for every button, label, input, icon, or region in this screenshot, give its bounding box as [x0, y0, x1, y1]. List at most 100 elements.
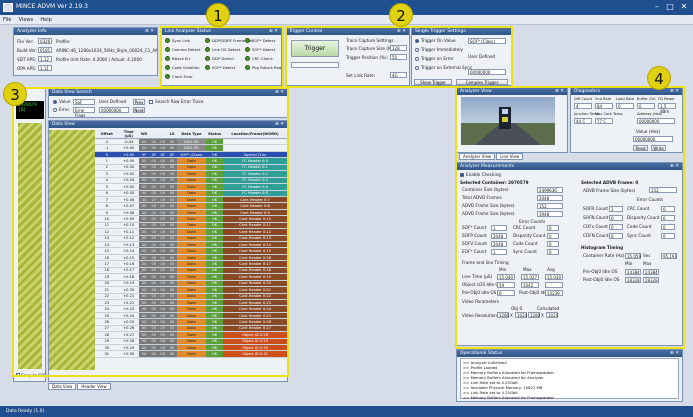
timing-value [545, 282, 563, 288]
info-value: 0181 [38, 47, 52, 53]
panel-header: Link Analyzer Status ⊕ ✕ [162, 28, 281, 35]
prev-button[interactable]: Prev [133, 99, 145, 105]
pin-icon[interactable]: ⊕ ✕ [670, 163, 679, 170]
value-radio[interactable] [53, 100, 57, 104]
capture-size-select[interactable]: 128 [390, 45, 407, 51]
search-raw-checkbox[interactable] [149, 100, 153, 104]
menu-views[interactable]: Views [19, 17, 33, 23]
diag-value: 0 [616, 103, 634, 109]
complex-trigger-settings-button[interactable]: Complex Trigger Settings [456, 79, 508, 85]
tab-line-view[interactable]: Line View [496, 153, 524, 160]
trigger-option-radio[interactable] [415, 66, 419, 70]
diag-header: FD Power [658, 97, 675, 101]
measurement-label: ADVD Frame Size (bytes) [462, 211, 515, 216]
status-led-label: Rtlock Err [172, 56, 191, 61]
table-row[interactable]: 31 +0.30 00 00 00 00 Data OK Object ID 0:31 [95, 350, 287, 358]
count-value: 1 [609, 206, 623, 212]
measurement-value: 1948 [537, 211, 563, 217]
enable-checking-checkbox[interactable] [460, 173, 464, 177]
pin-icon[interactable]: ⊕ ✕ [397, 28, 406, 35]
trigger-value-select[interactable]: SOF* (Class) [468, 38, 506, 44]
count-value: 0 [547, 249, 559, 255]
close-icon[interactable]: ✕ [678, 2, 690, 12]
info-value: 1.12 [38, 56, 52, 62]
column-header[interactable] [158, 130, 168, 139]
timing-value: 15.027 [521, 274, 539, 280]
column-header[interactable]: Status [205, 130, 224, 139]
error-select[interactable]: Error Flags [73, 107, 95, 117]
trigger-option-radio[interactable] [415, 39, 419, 43]
count-value: 2048 [491, 233, 507, 239]
timing-value: 15.030 [545, 274, 563, 280]
error-radio[interactable] [53, 108, 57, 112]
trigger-button[interactable]: Trigger [291, 40, 339, 57]
app-icon [3, 3, 13, 12]
analyzer-view-tabs: Analyzer View Line View [459, 153, 524, 160]
pin-icon[interactable]: ⊕ ✕ [670, 88, 679, 95]
trigger-option-radio[interactable] [415, 57, 419, 61]
count-label: CRC Count [627, 206, 650, 211]
pin-icon[interactable]: ⊕ ✕ [670, 350, 679, 357]
diag-header: Max Core Temp [595, 112, 623, 116]
info-description: ARINC-46_1280x1024_50Hz_Style_00024_C1_A… [56, 48, 157, 53]
status-led-icon [205, 65, 210, 70]
column-header[interactable]: Location/Frame(WORD) [223, 130, 287, 139]
column-header[interactable] [149, 130, 159, 139]
status-led-icon [245, 38, 250, 43]
timing-value: 15.040 [497, 274, 515, 280]
video-parameters-title: Video Parameters [462, 299, 500, 304]
video-value: 1280 [528, 312, 541, 318]
show-trigger-settings-button[interactable]: Show Trigger Settings [414, 79, 452, 85]
trigger-option-label: Trigger Immediately [421, 47, 463, 52]
value-hex-input[interactable]: 00000000 [633, 136, 673, 142]
column-header[interactable]: LS [167, 130, 177, 139]
pin-icon[interactable]: ⊕ ✕ [275, 89, 284, 96]
snap-to-sof-checkbox[interactable] [16, 373, 20, 377]
maximize-icon[interactable]: □ [664, 2, 676, 12]
trigger-position-input[interactable]: 50 [390, 54, 407, 60]
menu-file[interactable]: File [3, 17, 11, 23]
histogram-value: 28328 [625, 277, 641, 283]
pin-icon[interactable]: ⊕ ✕ [269, 28, 278, 35]
tab-header-view[interactable]: Header View [77, 383, 111, 390]
value-label: Value [59, 99, 71, 104]
column-header[interactable]: Offset [95, 130, 119, 139]
pin-icon[interactable]: ⊕ ✕ [275, 121, 284, 128]
pin-icon[interactable]: ⊕ ✕ [555, 88, 564, 95]
trigger-value-input[interactable]: 00000000 [468, 69, 506, 75]
info-description: Profile: [56, 39, 71, 44]
link-status-panel: Link Analyzer Status ⊕ ✕ Sync Link DDP/DDP… [161, 27, 282, 86]
frame-line-timing-title: Frame and line Timing [462, 260, 509, 265]
selected-container-title: Selected Container: 2970579 [460, 180, 529, 185]
histogram-value: 28328 [643, 277, 659, 283]
menu-help[interactable]: Help [40, 17, 51, 23]
diag-header: Diff Count [574, 97, 593, 101]
callout-badge-1: 1 [206, 3, 230, 27]
column-header[interactable]: Time (µS) [118, 130, 139, 139]
trigger-option-radio[interactable] [415, 48, 419, 52]
value-select[interactable]: SoF [73, 99, 95, 105]
count-label: CRC Count [513, 225, 536, 230]
diag-value[interactable]: 00000000 [637, 118, 675, 124]
panel-header: Analyzer Info ⊕ ✕ [14, 28, 157, 35]
column-header[interactable]: Data Type [176, 130, 206, 139]
link-rate-select[interactable]: 4G [390, 72, 407, 78]
tab-data-view[interactable]: Data View [48, 383, 77, 390]
read-button[interactable]: Read [633, 145, 648, 151]
table-cell: 31 [95, 350, 119, 358]
timing-value: 0 [497, 290, 515, 296]
write-button[interactable]: Write [651, 145, 666, 151]
count-label: Disparity Count [513, 233, 546, 238]
count-value: 1 [491, 249, 507, 255]
measurement-value: 2499636 [537, 187, 563, 193]
minimize-icon[interactable]: – [651, 2, 663, 12]
trace-scrollbar[interactable] [18, 123, 42, 369]
status-led-label: Pkg Rdlock Req Err [252, 65, 282, 70]
tab-analyzer-view[interactable]: Analyzer View [459, 153, 496, 160]
pin-icon[interactable]: ⊕ ✕ [145, 28, 154, 35]
search-value-input[interactable]: 00000000 [99, 107, 129, 113]
column-header[interactable]: WS [138, 130, 150, 139]
next-button[interactable]: Next [133, 107, 145, 113]
histogram-value: 24384 [625, 269, 641, 275]
status-log: >> Analyzer Initialized >> Profile Loaded… [460, 358, 679, 400]
